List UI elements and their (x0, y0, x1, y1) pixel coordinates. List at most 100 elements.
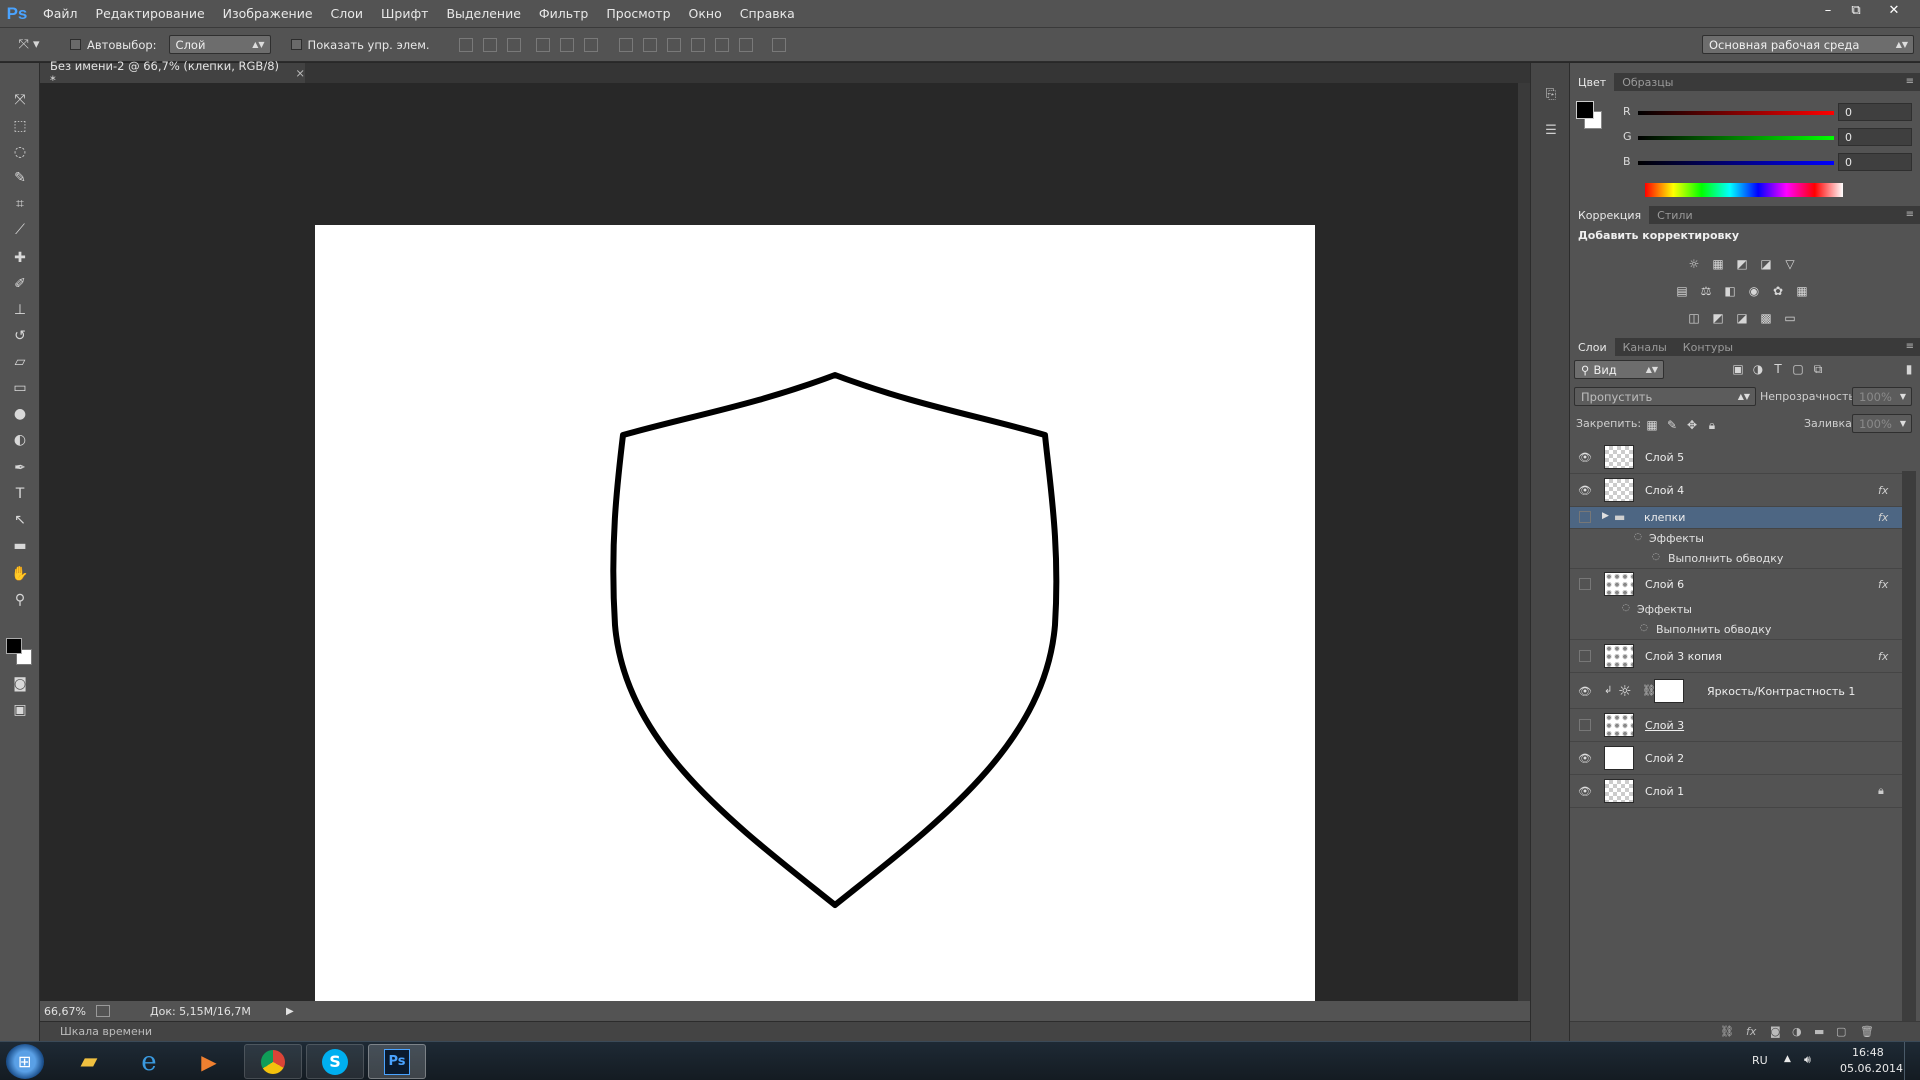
clock-date[interactable]: 05.06.2014 (1840, 1062, 1903, 1075)
layer-row-2[interactable]: 👁︎ Слой 2 (1570, 742, 1902, 775)
menu-image[interactable]: Изображение (214, 0, 322, 28)
photoshop-taskbar-button[interactable]: Ps (368, 1044, 426, 1079)
levels-icon[interactable]: ▦ (1710, 257, 1726, 271)
vibrance-icon[interactable]: ▽ (1782, 257, 1798, 271)
color-foreground-swatch[interactable] (1576, 101, 1594, 119)
canvas-area[interactable] (40, 83, 1530, 1025)
tray-expand-icon[interactable]: ▲ (1784, 1054, 1791, 1064)
zoom-tool-icon[interactable]: ⚲ (8, 589, 32, 611)
threshold-icon[interactable]: ◪ (1734, 311, 1750, 325)
start-button[interactable]: ⊞ (6, 1044, 44, 1079)
canvas-vertical-scrollbar[interactable] (1518, 83, 1530, 1003)
blue-value[interactable]: 0 (1838, 153, 1912, 171)
menu-layers[interactable]: Слои (322, 0, 373, 28)
effects-row[interactable]: ◌ Эффекты (1570, 529, 1902, 549)
brush-tool-icon[interactable]: ✐ (8, 273, 32, 295)
show-desktop-button[interactable] (1904, 1042, 1920, 1080)
healing-brush-tool-icon[interactable]: ✚ (8, 247, 32, 269)
timeline-bar[interactable]: Шкала времени (40, 1021, 1530, 1041)
document-tab[interactable]: Без имени-2 @ 66,7% (клепки, RGB/8) * × (40, 59, 305, 87)
layer-filter-dropdown[interactable]: ⚲ Вид ▲▼ (1574, 360, 1664, 379)
layer-row-1[interactable]: 👁︎ Слой 1 🔒︎ (1570, 775, 1902, 808)
distribute-vcenter-icon[interactable] (642, 37, 657, 52)
hue-saturation-icon[interactable]: ▤ (1674, 284, 1690, 298)
align-bottom-icon[interactable] (506, 37, 521, 52)
distribute-top-icon[interactable] (618, 37, 633, 52)
effects-row[interactable]: ◌ Эффекты (1570, 600, 1902, 620)
tab-channels[interactable]: Каналы (1615, 338, 1675, 356)
menu-window[interactable]: Окно (680, 0, 731, 28)
menu-edit[interactable]: Редактирование (87, 0, 214, 28)
opacity-field[interactable]: 100% ▼ (1852, 387, 1912, 406)
panel-menu-icon[interactable]: ≡ (1906, 341, 1914, 352)
red-slider[interactable] (1638, 111, 1834, 115)
filter-adjustment-icon[interactable]: ◑ (1750, 362, 1766, 376)
color-balance-icon[interactable]: ⚖ (1698, 284, 1714, 298)
chrome-taskbar-button[interactable] (244, 1044, 302, 1079)
eye-icon[interactable]: 👁︎ (1577, 785, 1593, 798)
align-top-icon[interactable] (458, 37, 473, 52)
quick-select-tool-icon[interactable]: ✎ (8, 167, 32, 189)
proof-icon[interactable] (96, 1005, 110, 1017)
gradient-map-icon[interactable]: ▭ (1782, 311, 1798, 325)
new-layer-icon[interactable]: ▢ (1836, 1025, 1846, 1038)
fill-field[interactable]: 100% ▼ (1852, 414, 1912, 433)
stroke-effect-row[interactable]: ◌ Выполнить обводку (1570, 620, 1902, 640)
layer-row-6[interactable]: Слой 6 fx (1570, 569, 1902, 600)
trash-icon[interactable]: 🗑︎ (1860, 1025, 1874, 1038)
pen-tool-icon[interactable]: ✒ (8, 457, 32, 479)
explorer-taskbar-button[interactable]: ▰ (60, 1044, 118, 1079)
layer-row-3-copy[interactable]: Слой 3 копия fx (1570, 640, 1902, 673)
layer-row-4[interactable]: 👁︎ Слой 4 fx (1570, 474, 1902, 507)
move-tool-preset[interactable]: ⤧ ▾ (0, 37, 58, 52)
tab-color[interactable]: Цвет (1570, 73, 1615, 91)
layer-row-5[interactable]: 👁︎ Слой 5 (1570, 441, 1902, 474)
visibility-toggle[interactable] (1579, 578, 1591, 590)
ie-taskbar-button[interactable]: e (120, 1044, 178, 1079)
document-canvas[interactable] (315, 225, 1315, 1025)
language-indicator[interactable]: RU (1752, 1054, 1768, 1067)
media-player-taskbar-button[interactable]: ▶ (180, 1044, 238, 1079)
properties-panel-icon[interactable]: ☰ (1542, 123, 1560, 141)
effect-eye-icon[interactable]: ◌ (1622, 603, 1630, 613)
clock-time[interactable]: 16:48 (1852, 1046, 1884, 1059)
filter-shape-icon[interactable]: ▢ (1790, 362, 1806, 376)
layer-group-kleпki[interactable]: ▶ ▬ клепки fx (1570, 507, 1902, 529)
align-left-icon[interactable] (535, 37, 550, 52)
crop-tool-icon[interactable]: ⌗ (8, 193, 32, 215)
link-layers-icon[interactable]: ⛓︎ (1720, 1025, 1734, 1038)
channel-mixer-icon[interactable]: ✿ (1770, 284, 1786, 298)
fx-icon[interactable]: fx (1878, 578, 1888, 591)
blue-slider[interactable] (1638, 161, 1834, 165)
fx-icon[interactable]: fx (1878, 650, 1888, 663)
eye-icon[interactable]: 👁︎ (1577, 451, 1593, 464)
color-lookup-icon[interactable]: ▦ (1794, 284, 1810, 298)
tab-swatches[interactable]: Образцы (1614, 73, 1681, 91)
eye-icon[interactable]: 👁︎ (1577, 685, 1593, 698)
status-menu-arrow-icon[interactable]: ▶ (286, 1006, 294, 1017)
expand-arrow-icon[interactable]: ▶ (1602, 511, 1609, 521)
gradient-tool-icon[interactable]: ▭ (8, 377, 32, 399)
eye-icon[interactable]: 👁︎ (1577, 752, 1593, 765)
dodge-tool-icon[interactable]: ◐ (8, 429, 32, 451)
green-slider[interactable] (1638, 136, 1834, 140)
tab-styles[interactable]: Стили (1649, 206, 1700, 224)
effect-eye-icon[interactable]: ◌ (1640, 623, 1648, 633)
fx-icon[interactable]: fx (1878, 484, 1888, 497)
color-spectrum-ramp[interactable] (1645, 183, 1843, 197)
invert-icon[interactable]: ◫ (1686, 311, 1702, 325)
eyedropper-tool-icon[interactable]: ⟋ (8, 219, 32, 241)
blur-tool-icon[interactable]: ● (8, 403, 32, 425)
menu-select[interactable]: Выделение (437, 0, 529, 28)
filter-type-icon[interactable]: T (1770, 362, 1786, 376)
history-panel-icon[interactable]: ⎘ (1542, 87, 1560, 105)
hand-tool-icon[interactable]: ✋ (8, 563, 32, 585)
new-adjustment-icon[interactable]: ◑ (1792, 1025, 1802, 1038)
shape-tool-icon[interactable]: ▬ (8, 535, 32, 557)
stamp-tool-icon[interactable]: ⊥ (8, 299, 32, 321)
lasso-tool-icon[interactable]: ◌ (8, 141, 32, 163)
skype-taskbar-button[interactable]: S (306, 1044, 364, 1079)
exposure-icon[interactable]: ◪ (1758, 257, 1774, 271)
align-right-icon[interactable] (583, 37, 598, 52)
menu-view[interactable]: Просмотр (597, 0, 679, 28)
